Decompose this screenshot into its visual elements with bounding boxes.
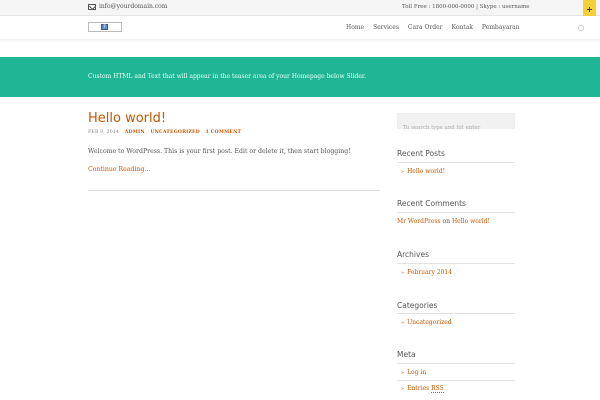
widget-divider	[397, 212, 515, 213]
bullet-icon: »	[401, 169, 405, 175]
bullet-icon: »	[401, 370, 405, 376]
nav-item-home[interactable]: Home	[346, 24, 364, 31]
recent-post-label[interactable]: Hello world!	[407, 168, 445, 175]
bullet-icon: »	[401, 270, 405, 276]
nav-item-cara-order[interactable]: Cara Order	[408, 24, 443, 31]
nav-item-services[interactable]: Services	[373, 24, 399, 31]
widget-divider	[397, 380, 515, 381]
image-icon: ?	[101, 24, 108, 30]
post-category-link[interactable]: UNCATEGORIZED	[150, 130, 199, 135]
top-email[interactable]: info@yourdomain.com	[88, 3, 167, 10]
meta-login-link[interactable]: » Log in	[401, 369, 426, 376]
category-label[interactable]: Uncategorized	[407, 319, 452, 326]
widget-divider	[397, 313, 515, 314]
comment-on-text: on	[442, 218, 451, 225]
main-nav: Home Services Cara Order Kontak Pembayar…	[346, 24, 529, 31]
recent-comments-title: Recent Comments	[397, 199, 466, 208]
recent-comment-item: Mr WordPress on Hello world!	[397, 218, 490, 225]
recent-posts-title: Recent Posts	[397, 149, 445, 158]
meta-title: Meta	[397, 350, 416, 359]
post-author-link[interactable]: ADMIN	[125, 130, 145, 135]
post-comments-link[interactable]: 1 COMMENT	[206, 130, 242, 135]
post-divider	[88, 190, 380, 191]
search-toggle-icon[interactable]	[578, 25, 584, 31]
rss-label[interactable]: RSS	[431, 385, 444, 393]
continue-reading-link[interactable]: Continue Reading...	[88, 166, 150, 173]
site-logo[interactable]: ?	[88, 22, 122, 32]
widget-divider	[397, 363, 515, 364]
archives-title: Archives	[397, 250, 429, 259]
nav-item-kontak[interactable]: Kontak	[452, 24, 473, 31]
sidebar-search	[397, 113, 515, 135]
widget-divider	[397, 263, 515, 264]
search-input[interactable]	[398, 121, 514, 135]
teaser-band: Custom HTML and Text that will appear in…	[0, 57, 600, 97]
post-meta: FEB 9, 2014 ADMIN UNCATEGORIZED 1 COMMEN…	[88, 130, 241, 135]
recent-post-link[interactable]: » Hello world!	[401, 168, 445, 175]
categories-title: Categories	[397, 301, 438, 310]
bullet-icon: »	[401, 386, 405, 392]
comment-author-link[interactable]: Mr WordPress	[397, 218, 441, 225]
login-label[interactable]: Log in	[407, 369, 426, 376]
entries-label[interactable]: Entries	[407, 385, 429, 392]
email-text[interactable]: info@yourdomain.com	[99, 3, 167, 10]
archive-link[interactable]: » February 2014	[401, 269, 452, 276]
mail-icon	[88, 3, 96, 10]
teaser-text: Custom HTML and Text that will appear in…	[88, 73, 366, 80]
bullet-icon: »	[401, 320, 405, 326]
nav-item-pembayaran[interactable]: Pembayaran	[482, 24, 520, 31]
comment-post-link[interactable]: Hello world!	[452, 218, 490, 225]
contact-info: Toll Free : 1800-000-0000 | Skype : user…	[402, 4, 530, 10]
site-header: ? Home Services Cara Order Kontak Pembay…	[0, 16, 600, 40]
post-title[interactable]: Hello world!	[88, 111, 166, 126]
post-excerpt: Welcome to WordPress. This is your first…	[88, 148, 351, 155]
category-link[interactable]: » Uncategorized	[401, 319, 452, 326]
archive-label[interactable]: February 2014	[407, 269, 452, 276]
top-info-bar: info@yourdomain.com Toll Free : 1800-000…	[0, 0, 600, 16]
plus-icon: +	[586, 5, 593, 14]
meta-entries-rss-link[interactable]: » Entries RSS	[401, 385, 444, 393]
widget-divider	[397, 162, 515, 163]
post-date: FEB 9, 2014	[88, 130, 120, 135]
